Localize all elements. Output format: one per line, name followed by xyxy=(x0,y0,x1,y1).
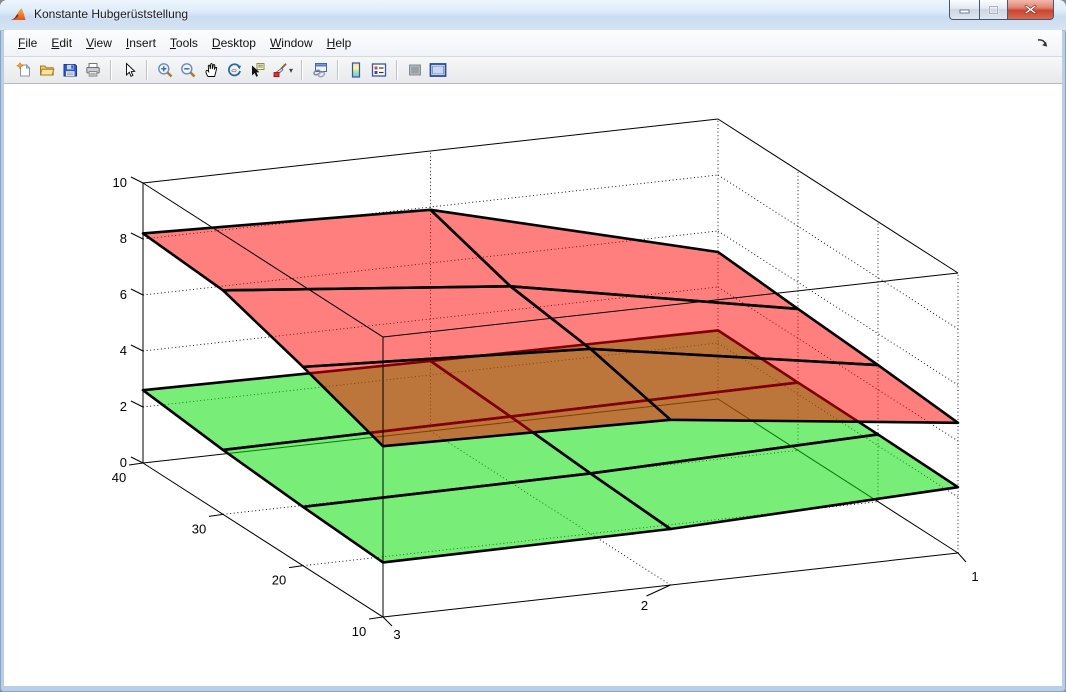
maximize-button[interactable] xyxy=(979,0,1008,20)
figure-toolbar: ▾ xyxy=(4,57,1062,84)
z-tick-label: 4 xyxy=(120,343,127,358)
insert-colorbar-icon xyxy=(348,62,364,78)
new-figure-icon xyxy=(16,62,32,78)
rotate-3d-button[interactable] xyxy=(224,59,244,81)
close-icon xyxy=(1024,4,1037,15)
menu-item-insert[interactable]: Insert xyxy=(126,36,156,50)
zoom-in-button[interactable] xyxy=(155,59,175,81)
open-file-button[interactable] xyxy=(37,59,57,81)
insert-legend-button[interactable] xyxy=(369,59,389,81)
y-tick-label: 30 xyxy=(192,521,206,536)
menu-item-help[interactable]: Help xyxy=(327,36,352,50)
toolbar-separator xyxy=(337,60,338,80)
print-figure-icon xyxy=(85,62,101,78)
zoom-in-icon xyxy=(157,62,173,78)
minimize-icon xyxy=(959,5,970,14)
matlab-icon xyxy=(10,6,27,23)
z-tick-label: 6 xyxy=(120,287,127,302)
data-cursor-button[interactable] xyxy=(247,59,267,81)
menu-item-tools[interactable]: Tools xyxy=(170,36,198,50)
y-tick-label: 40 xyxy=(112,470,126,485)
zoom-out-button[interactable] xyxy=(178,59,198,81)
show-plot-tools-button[interactable] xyxy=(428,59,448,81)
minimize-button[interactable] xyxy=(949,0,979,20)
window-title: Konstante Hubgerüststellung xyxy=(34,7,188,21)
toolbar-separator xyxy=(146,60,147,80)
data-cursor-icon xyxy=(249,62,265,78)
figure-window: Konstante Hubgerüststellung File Edit xyxy=(0,0,1066,692)
edit-plot-button[interactable] xyxy=(119,59,139,81)
open-file-icon xyxy=(39,62,55,78)
zoom-out-icon xyxy=(180,62,196,78)
save-figure-icon xyxy=(62,62,78,78)
maximize-icon xyxy=(988,5,999,15)
edit-plot-cursor-icon xyxy=(121,62,137,78)
link-plot-icon xyxy=(311,62,329,78)
show-plot-tools-icon xyxy=(429,62,447,78)
menu-item-view[interactable]: View xyxy=(86,36,112,50)
toolbar-separator xyxy=(110,60,111,80)
z-tick-label: 8 xyxy=(120,231,127,246)
z-tick-label: 0 xyxy=(120,455,127,470)
new-figure-button[interactable] xyxy=(14,59,34,81)
figure-canvas[interactable]: 0 2 4 6 8 10 10 20 30 40 1 2 3 xyxy=(4,84,1062,686)
hide-plot-tools-button[interactable] xyxy=(405,59,425,81)
y-tick-label: 10 xyxy=(352,624,366,639)
y-tick-label: 20 xyxy=(272,573,286,588)
menu-item-desktop[interactable]: Desktop xyxy=(212,36,256,50)
rotate-3d-icon xyxy=(226,62,242,78)
hide-plot-tools-icon xyxy=(407,62,423,78)
dock-figure-icon[interactable] xyxy=(1036,36,1050,50)
menu-item-file[interactable]: File xyxy=(18,36,37,50)
toolbar-separator xyxy=(396,60,397,80)
brush-data-button[interactable] xyxy=(270,59,290,81)
x-tick-label: 2 xyxy=(641,598,648,613)
close-button[interactable] xyxy=(1008,0,1054,20)
brush-data-icon xyxy=(272,62,288,78)
brush-dropdown-caret[interactable]: ▾ xyxy=(289,66,293,75)
pan-hand-icon xyxy=(203,62,219,78)
menu-bar: File Edit View Insert Tools Desktop Window Help xyxy=(4,30,1062,57)
link-plot-button[interactable] xyxy=(310,59,330,81)
print-figure-button[interactable] xyxy=(83,59,103,81)
insert-legend-icon xyxy=(371,62,387,78)
title-bar[interactable]: Konstante Hubgerüststellung xyxy=(0,0,1066,31)
toolbar-separator xyxy=(301,60,302,80)
z-tick-label: 10 xyxy=(113,175,127,190)
pan-button[interactable] xyxy=(201,59,221,81)
x-tick-label: 3 xyxy=(393,627,400,642)
menu-item-edit[interactable]: Edit xyxy=(51,36,72,50)
menu-item-window[interactable]: Window xyxy=(270,36,313,50)
z-tick-label: 2 xyxy=(120,399,127,414)
x-tick-label: 1 xyxy=(971,569,978,584)
surface-plot[interactable]: 0 2 4 6 8 10 10 20 30 40 1 2 3 xyxy=(4,84,1062,686)
save-figure-button[interactable] xyxy=(60,59,80,81)
insert-colorbar-button[interactable] xyxy=(346,59,366,81)
